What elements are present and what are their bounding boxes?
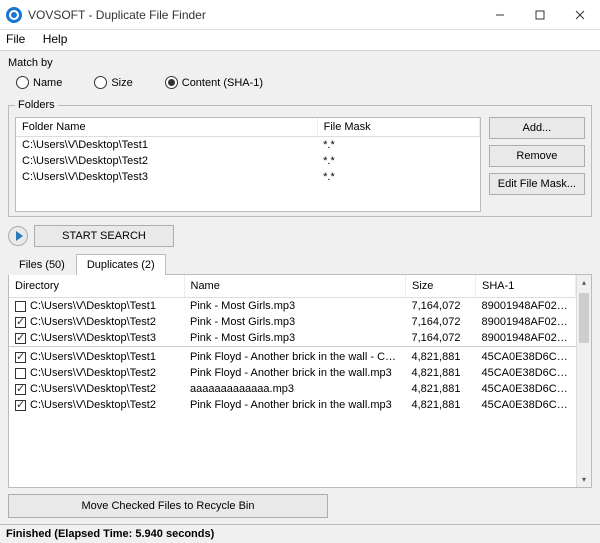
folder-path: C:\Users\V\Desktop\Test3 (16, 169, 317, 185)
window-title: VOVSOFT - Duplicate File Finder (28, 8, 480, 22)
close-button[interactable] (560, 0, 600, 29)
cell-directory: C:\Users\V\Desktop\Test1 (9, 298, 184, 315)
maximize-button[interactable] (520, 0, 560, 29)
col-folder-name[interactable]: Folder Name (16, 118, 317, 137)
cell-directory: C:\Users\V\Desktop\Test1 (9, 347, 184, 366)
col-file-mask[interactable]: File Mask (317, 118, 479, 137)
folder-mask: *.* (317, 169, 479, 185)
cell-size: 4,821,881 (406, 397, 476, 413)
window-controls (480, 0, 600, 29)
tab-files[interactable]: Files (50) (8, 254, 76, 275)
status-text: Finished (Elapsed Time: 5.940 seconds) (6, 528, 214, 540)
edit-file-mask-button[interactable]: Edit File Mask... (489, 173, 585, 195)
vertical-scrollbar[interactable]: ▴ ▾ (576, 275, 591, 487)
cell-name: Pink - Most Girls.mp3 (184, 314, 406, 330)
col-directory[interactable]: Directory (9, 275, 184, 298)
result-row[interactable]: C:\Users\V\Desktop\Test3Pink - Most Girl… (9, 330, 576, 347)
results-table[interactable]: Directory Name Size SHA-1 C:\Users\V\Des… (9, 275, 576, 487)
cell-size: 7,164,072 (406, 298, 476, 315)
cell-name: aaaaaaaaaaaaa.mp3 (184, 381, 406, 397)
menu-help[interactable]: Help (43, 32, 68, 46)
cell-sha1: 89001948AF020... (476, 314, 576, 330)
cell-size: 7,164,072 (406, 314, 476, 330)
folder-buttons: Add... Remove Edit File Mask... (489, 117, 585, 212)
status-bar: Finished (Elapsed Time: 5.940 seconds) (0, 524, 600, 543)
folder-path: C:\Users\V\Desktop\Test2 (16, 153, 317, 169)
result-row[interactable]: C:\Users\V\Desktop\Test1Pink - Most Girl… (9, 298, 576, 315)
folders-table[interactable]: Folder Name File Mask C:\Users\V\Desktop… (15, 117, 481, 212)
add-button[interactable]: Add... (489, 117, 585, 139)
cell-directory: C:\Users\V\Desktop\Test3 (9, 330, 184, 347)
cell-name: Pink Floyd - Another brick in the wall.m… (184, 397, 406, 413)
result-row[interactable]: C:\Users\V\Desktop\Test2Pink Floyd - Ano… (9, 397, 576, 413)
cell-sha1: 89001948AF020... (476, 330, 576, 347)
folder-row[interactable]: C:\Users\V\Desktop\Test1*.* (16, 137, 479, 154)
folders-legend: Folders (15, 99, 58, 111)
scroll-up-icon[interactable]: ▴ (577, 275, 591, 290)
menu-bar: File Help (0, 30, 600, 51)
cell-name: Pink Floyd - Another brick in the wall -… (184, 347, 406, 366)
cell-name: Pink Floyd - Another brick in the wall.m… (184, 365, 406, 381)
cell-directory: C:\Users\V\Desktop\Test2 (9, 314, 184, 330)
folder-row[interactable]: C:\Users\V\Desktop\Test2*.* (16, 153, 479, 169)
cell-name: Pink - Most Girls.mp3 (184, 298, 406, 315)
title-bar: VOVSOFT - Duplicate File Finder (0, 0, 600, 30)
checkbox[interactable] (15, 333, 26, 344)
move-to-recycle-button[interactable]: Move Checked Files to Recycle Bin (8, 494, 328, 518)
checkbox[interactable] (15, 317, 26, 328)
cell-sha1: 45CA0E38D6CA... (476, 381, 576, 397)
play-icon[interactable] (8, 226, 28, 246)
checkbox[interactable] (15, 301, 26, 312)
result-row[interactable]: C:\Users\V\Desktop\Test1Pink Floyd - Ano… (9, 347, 576, 366)
tab-duplicates[interactable]: Duplicates (2) (76, 254, 166, 275)
checkbox[interactable] (15, 368, 26, 379)
match-by-options: Name Size Content (SHA-1) (8, 72, 592, 93)
folder-path: C:\Users\V\Desktop\Test1 (16, 137, 317, 154)
checkbox[interactable] (15, 384, 26, 395)
results-pane: Directory Name Size SHA-1 C:\Users\V\Des… (8, 275, 592, 488)
radio-name[interactable]: Name (16, 76, 62, 89)
scrollbar-thumb[interactable] (579, 293, 589, 343)
radio-content[interactable]: Content (SHA-1) (165, 76, 263, 89)
start-search-button[interactable]: START SEARCH (34, 225, 174, 247)
cell-size: 4,821,881 (406, 381, 476, 397)
radio-icon (165, 76, 178, 89)
checkbox[interactable] (15, 400, 26, 411)
cell-sha1: 45CA0E38D6CA... (476, 347, 576, 366)
cell-directory: C:\Users\V\Desktop\Test2 (9, 365, 184, 381)
result-row[interactable]: C:\Users\V\Desktop\Test2aaaaaaaaaaaaa.mp… (9, 381, 576, 397)
app-logo-icon (6, 7, 22, 23)
cell-size: 4,821,881 (406, 365, 476, 381)
minimize-button[interactable] (480, 0, 520, 29)
folder-mask: *.* (317, 153, 479, 169)
radio-size[interactable]: Size (94, 76, 132, 89)
menu-file[interactable]: File (6, 32, 25, 46)
col-sha1[interactable]: SHA-1 (476, 275, 576, 298)
col-name[interactable]: Name (184, 275, 406, 298)
result-tabs: Files (50) Duplicates (2) (8, 253, 592, 275)
cell-size: 7,164,072 (406, 330, 476, 347)
folder-row[interactable]: C:\Users\V\Desktop\Test3*.* (16, 169, 479, 185)
cell-sha1: 89001948AF020... (476, 298, 576, 315)
radio-icon (94, 76, 107, 89)
checkbox[interactable] (15, 352, 26, 363)
col-size[interactable]: Size (406, 275, 476, 298)
search-row: START SEARCH (8, 225, 592, 247)
folders-group: Folders Folder Name File Mask C:\Users\V… (8, 99, 592, 217)
cell-size: 4,821,881 (406, 347, 476, 366)
result-row[interactable]: C:\Users\V\Desktop\Test2Pink Floyd - Ano… (9, 365, 576, 381)
result-row[interactable]: C:\Users\V\Desktop\Test2Pink - Most Girl… (9, 314, 576, 330)
cell-sha1: 45CA0E38D6CA... (476, 365, 576, 381)
content-area: Match by Name Size Content (SHA-1) Folde… (0, 51, 600, 524)
radio-icon (16, 76, 29, 89)
cell-directory: C:\Users\V\Desktop\Test2 (9, 397, 184, 413)
cell-directory: C:\Users\V\Desktop\Test2 (9, 381, 184, 397)
folder-mask: *.* (317, 137, 479, 154)
cell-sha1: 45CA0E38D6CA... (476, 397, 576, 413)
match-by-group: Match by Name Size Content (SHA-1) (8, 57, 592, 93)
scroll-down-icon[interactable]: ▾ (577, 472, 591, 487)
remove-button[interactable]: Remove (489, 145, 585, 167)
match-by-label: Match by (8, 57, 592, 69)
cell-name: Pink - Most Girls.mp3 (184, 330, 406, 347)
